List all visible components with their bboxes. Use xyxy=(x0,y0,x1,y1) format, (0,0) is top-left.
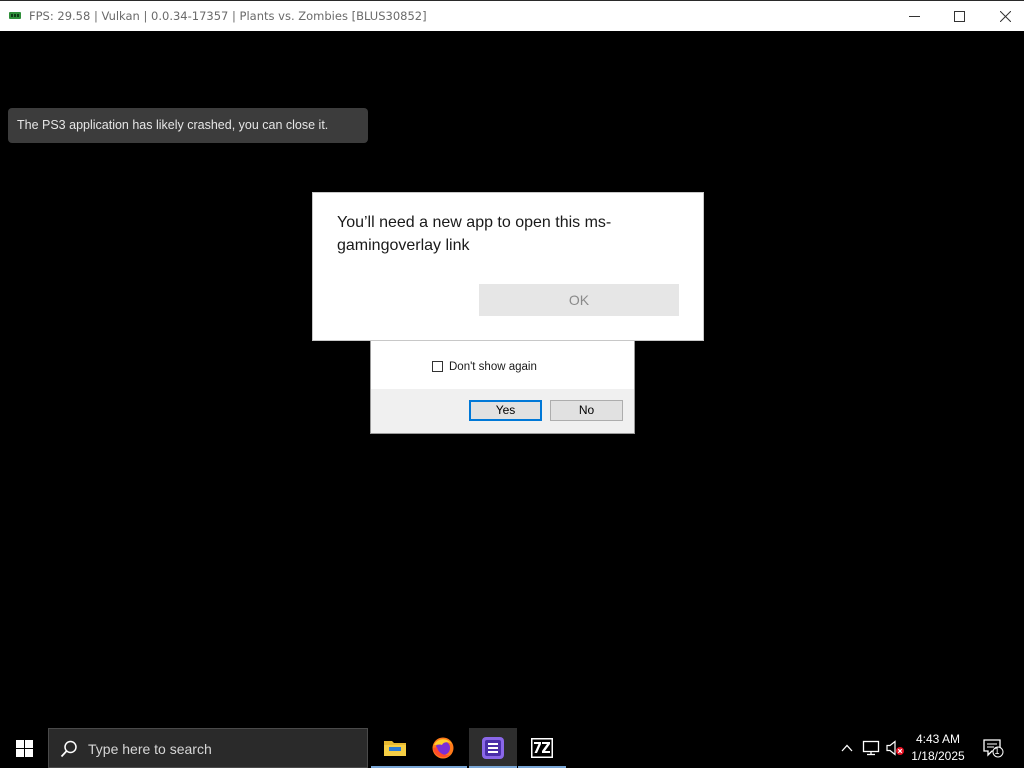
taskbar-rpcs3[interactable] xyxy=(469,728,517,768)
no-button[interactable]: No xyxy=(550,400,623,421)
action-center-button[interactable]: 1 xyxy=(978,728,1008,768)
7zip-icon xyxy=(531,738,553,758)
window-title: FPS: 29.58 | Vulkan | 0.0.34-17357 | Pla… xyxy=(29,9,427,23)
taskbar-7zip[interactable] xyxy=(518,728,566,768)
file-explorer-icon xyxy=(384,741,406,756)
ok-button[interactable]: OK xyxy=(479,284,679,316)
taskbar-clock[interactable]: 4:43 AM 1/18/2025 xyxy=(908,731,968,765)
confirm-dialog: Don't show again Yes No xyxy=(370,341,635,434)
crash-notification-text: The PS3 application has likely crashed, … xyxy=(17,118,329,132)
taskbar-firefox[interactable] xyxy=(419,728,467,768)
dont-show-again-label[interactable]: Don't show again xyxy=(449,361,537,373)
network-icon xyxy=(862,740,880,756)
maximize-icon xyxy=(953,10,965,22)
clock-time: 4:43 AM xyxy=(915,732,961,746)
yes-button[interactable]: Yes xyxy=(469,400,542,421)
volume-muted-icon xyxy=(886,740,904,756)
minimize-button[interactable] xyxy=(891,1,937,31)
crash-notification: The PS3 application has likely crashed, … xyxy=(8,108,368,143)
dont-show-again-row[interactable]: Don't show again xyxy=(432,359,537,374)
taskbar-file-explorer[interactable] xyxy=(371,728,419,768)
maximize-button[interactable] xyxy=(936,1,982,31)
new-app-dialog: You’ll need a new app to open this ms-ga… xyxy=(312,192,704,341)
windows-logo-icon xyxy=(15,739,33,757)
notification-count: 1 xyxy=(994,746,1000,756)
search-icon xyxy=(60,740,77,758)
taskbar: Type here to search 4:43 AM 1/18/2025 1 xyxy=(0,728,1024,768)
new-app-dialog-message: You’ll need a new app to open this ms-ga… xyxy=(337,214,612,254)
chevron-up-icon xyxy=(841,744,853,752)
confirm-dialog-button-strip: Yes No xyxy=(371,389,634,433)
volume-status[interactable] xyxy=(884,728,906,768)
dont-show-again-checkbox[interactable] xyxy=(432,361,443,372)
close-icon xyxy=(999,10,1011,22)
window-titlebar[interactable]: FPS: 29.58 | Vulkan | 0.0.34-17357 | Pla… xyxy=(0,0,1024,31)
clock-date: 1/18/2025 xyxy=(911,749,965,763)
close-window-button[interactable] xyxy=(982,1,1024,31)
start-button[interactable] xyxy=(0,728,48,768)
firefox-icon xyxy=(432,737,454,759)
search-placeholder: Type here to search xyxy=(88,741,212,757)
network-status[interactable] xyxy=(860,728,882,768)
taskbar-search-box[interactable]: Type here to search xyxy=(48,728,368,768)
minimize-icon xyxy=(908,15,920,17)
rpcs3-app-icon xyxy=(9,12,21,19)
rpcs3-icon xyxy=(482,737,504,759)
show-hidden-icons-button[interactable] xyxy=(838,728,856,768)
